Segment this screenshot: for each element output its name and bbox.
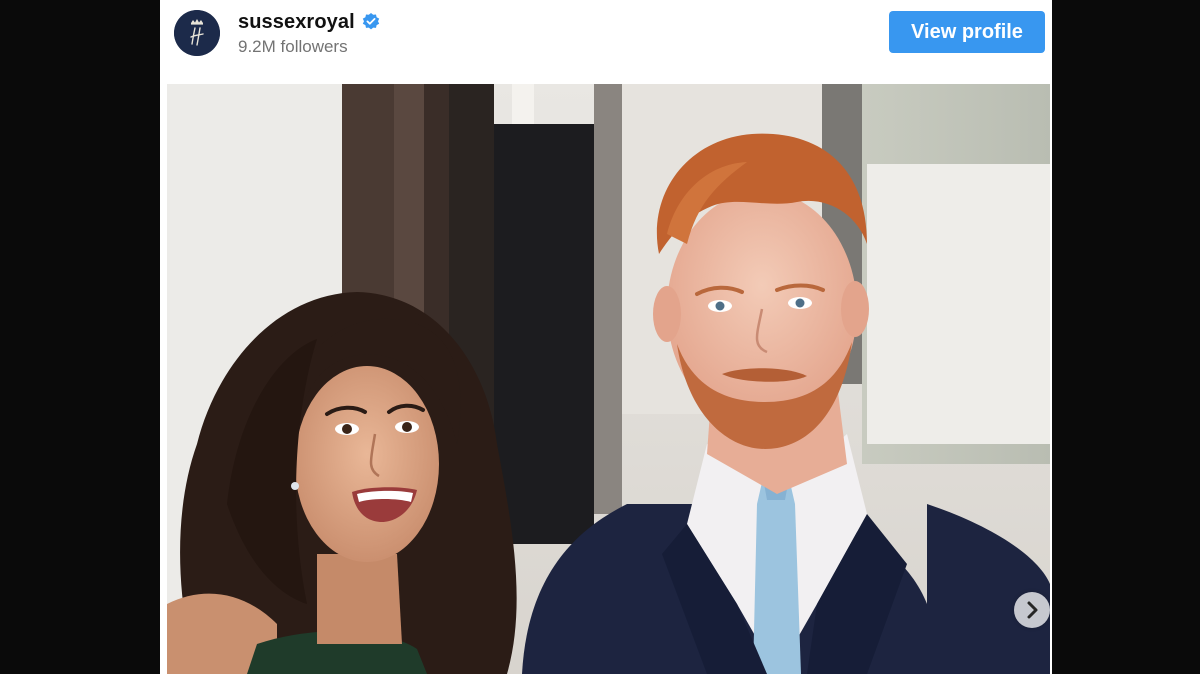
view-profile-button[interactable]: View profile — [889, 11, 1045, 53]
screenshot-stage: sussexroyal 9.2M followers View profile — [0, 0, 1200, 674]
username-row: sussexroyal — [238, 10, 381, 34]
chevron-right-icon — [1027, 601, 1038, 619]
photo-couple-illustration — [167, 84, 1050, 674]
username-link[interactable]: sussexroyal — [238, 11, 355, 34]
verified-badge-icon — [361, 12, 381, 32]
instagram-embed-card: sussexroyal 9.2M followers View profile — [160, 0, 1052, 674]
monogram-crown-icon — [174, 10, 220, 56]
follower-count: 9.2M followers — [238, 37, 348, 56]
post-photo[interactable] — [167, 84, 1050, 674]
profile-avatar[interactable] — [174, 10, 220, 56]
carousel-next-button[interactable] — [1014, 592, 1050, 628]
embed-header: sussexroyal 9.2M followers View profile — [160, 0, 1052, 84]
